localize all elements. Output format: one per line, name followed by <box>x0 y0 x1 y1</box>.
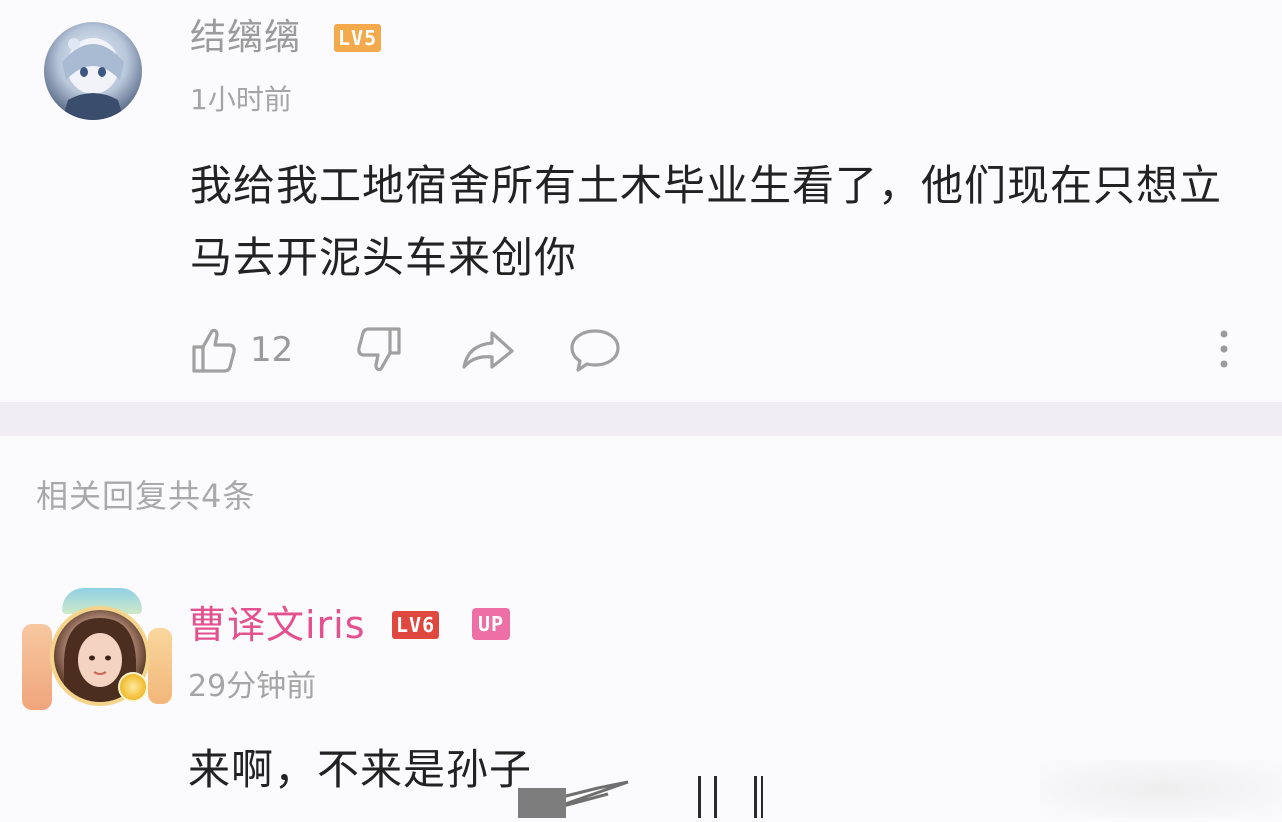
reply-button[interactable] <box>568 322 622 378</box>
avatar-frame-decoration <box>148 628 172 704</box>
like-count: 12 <box>250 330 294 370</box>
avatar-with-frame[interactable] <box>22 588 172 716</box>
coin-icon <box>118 672 148 702</box>
reply-text: 来啊，不来是孙子 <box>188 745 533 794</box>
share-button[interactable] <box>460 322 516 378</box>
up-badge: UP <box>472 608 511 640</box>
comment-text: 我给我工地宿舍所有土木毕业生看了，他们现在只想立马去开泥头车来创你 <box>190 161 1223 282</box>
avatar-frame-decoration <box>22 624 52 710</box>
vertical-dots-icon <box>1220 330 1228 368</box>
anime-avatar-icon <box>62 38 124 120</box>
reply-timestamp: 29分钟前 <box>188 669 317 704</box>
scribble-artifact <box>518 774 768 818</box>
main-comment: 结缡缡 LV5 1小时前 我给我工地宿舍所有土木毕业生看了，他们现在只想立马去开… <box>0 0 1282 402</box>
thumbs-up-icon <box>192 328 236 373</box>
blurred-area <box>1040 760 1282 818</box>
level-badge: LV5 <box>334 24 382 52</box>
thumbs-down-icon <box>357 327 401 372</box>
reply-username[interactable]: 曹译文iris <box>188 600 366 650</box>
level-badge: LV6 <box>392 611 440 639</box>
username[interactable]: 结缡缡 <box>190 14 301 62</box>
share-arrow-icon <box>462 331 514 369</box>
section-divider <box>0 402 1282 436</box>
dislike-button[interactable] <box>354 322 404 378</box>
replies-count-header: 相关回复共4条 <box>36 477 256 515</box>
timestamp: 1小时前 <box>190 83 292 116</box>
avatar[interactable] <box>44 22 142 120</box>
more-options-button[interactable] <box>1212 326 1236 372</box>
speech-bubble-icon <box>570 329 620 372</box>
like-button[interactable]: 12 <box>190 322 293 378</box>
